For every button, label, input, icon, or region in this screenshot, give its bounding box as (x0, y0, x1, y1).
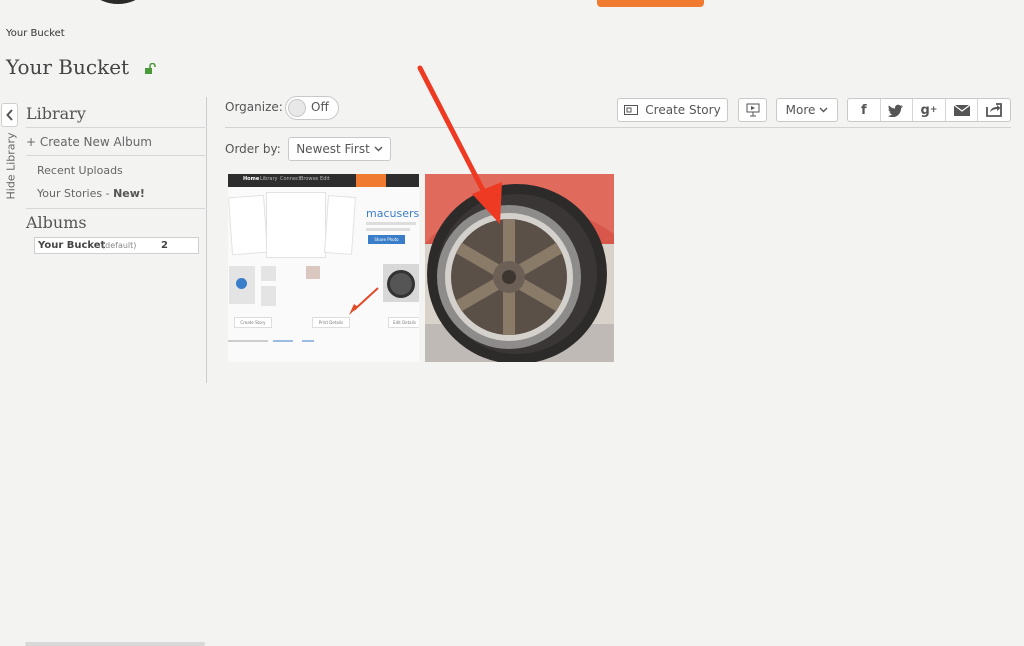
album-item-your-bucket[interactable]: Your Bucket (default) 2 (34, 237, 199, 254)
email-icon[interactable] (946, 99, 979, 121)
mini-nav-edit: Edit (320, 176, 330, 182)
mini-polaroid (324, 195, 356, 255)
sidebar-divider (206, 97, 207, 383)
divider (26, 208, 205, 209)
mini-text-line (366, 228, 410, 231)
mini-nav-browse: Browse (300, 176, 319, 182)
album-default-tag: (default) (102, 241, 137, 250)
presentation-icon (746, 103, 759, 117)
chevron-left-icon (5, 109, 13, 121)
create-story-label: Create Story (645, 103, 721, 117)
upload-button-fragment[interactable] (597, 0, 704, 7)
divider (26, 155, 205, 156)
mini-tile (261, 266, 276, 281)
page-title: Your Bucket (6, 55, 130, 79)
order-by-label: Order by: (225, 142, 281, 156)
mini-arrow (349, 287, 379, 315)
mini-text-line (366, 222, 416, 225)
mini-text-line (273, 340, 293, 342)
album-name: Your Bucket (38, 240, 106, 251)
divider (26, 127, 205, 128)
mini-tile (261, 286, 276, 306)
mini-navbar: Home Library Connect Browse Edit (228, 174, 419, 187)
mini-nav-connect: Connect (280, 176, 301, 182)
create-story-button[interactable]: Create Story (617, 98, 728, 122)
organize-label: Organize: (225, 100, 283, 114)
toolbar-divider (225, 127, 1011, 128)
hide-library-button[interactable] (1, 103, 18, 127)
mini-nav-home: Home (243, 176, 260, 182)
facebook-icon[interactable]: f (848, 99, 881, 121)
mini-button: Print Details (312, 317, 350, 328)
order-by-value: Newest First (296, 142, 370, 156)
photo-thumbnail-screenshot[interactable]: Home Library Connect Browse Edit macuser… (228, 174, 419, 362)
order-by-select[interactable]: Newest First (288, 137, 391, 161)
share-toolbar: f g + (847, 98, 1011, 122)
create-album-link[interactable]: + Create New Album (26, 135, 152, 149)
more-label: More (785, 103, 816, 117)
mini-text-line (228, 340, 268, 342)
mini-tile (306, 266, 320, 279)
mini-wheel-photo (383, 264, 419, 302)
toggle-state: Off (311, 100, 329, 114)
library-heading: Library (26, 104, 86, 123)
twitter-icon[interactable] (881, 99, 914, 121)
albums-heading: Albums (26, 213, 87, 232)
share-icon[interactable] (978, 99, 1010, 121)
organize-toggle[interactable]: Off (285, 96, 339, 120)
sidebar-item-recent-uploads[interactable]: Recent Uploads (37, 164, 123, 177)
new-badge: New! (113, 187, 145, 200)
scroll-shadow (25, 642, 205, 646)
mini-upload-button (356, 174, 386, 187)
mini-tile (229, 266, 255, 304)
avatar-fragment (78, 0, 158, 4)
chevron-down-icon (819, 107, 828, 113)
mini-text-line (302, 340, 314, 342)
mini-button: Edit Details (388, 317, 419, 328)
mini-polaroid (266, 192, 326, 258)
more-button[interactable]: More (776, 98, 838, 122)
mini-button: Create Story (234, 317, 272, 328)
mini-share-button: Share Photo (368, 235, 405, 244)
hide-library-label[interactable]: Hide Library (5, 132, 18, 199)
chevron-down-icon (374, 146, 383, 152)
album-count: 2 (161, 240, 168, 251)
unlock-icon[interactable] (144, 63, 156, 75)
google-plus-icon[interactable]: g + (913, 99, 946, 121)
your-stories-label: Your Stories (37, 187, 103, 200)
story-icon (624, 105, 639, 115)
breadcrumb[interactable]: Your Bucket (6, 28, 65, 39)
mini-polaroid (228, 194, 268, 256)
mini-nav-library: Library (260, 176, 278, 182)
slideshow-button[interactable] (738, 98, 767, 122)
sidebar-item-your-stories[interactable]: Your Stories - New! (37, 187, 145, 200)
toggle-knob (288, 99, 306, 117)
annotation-arrow (417, 65, 502, 224)
